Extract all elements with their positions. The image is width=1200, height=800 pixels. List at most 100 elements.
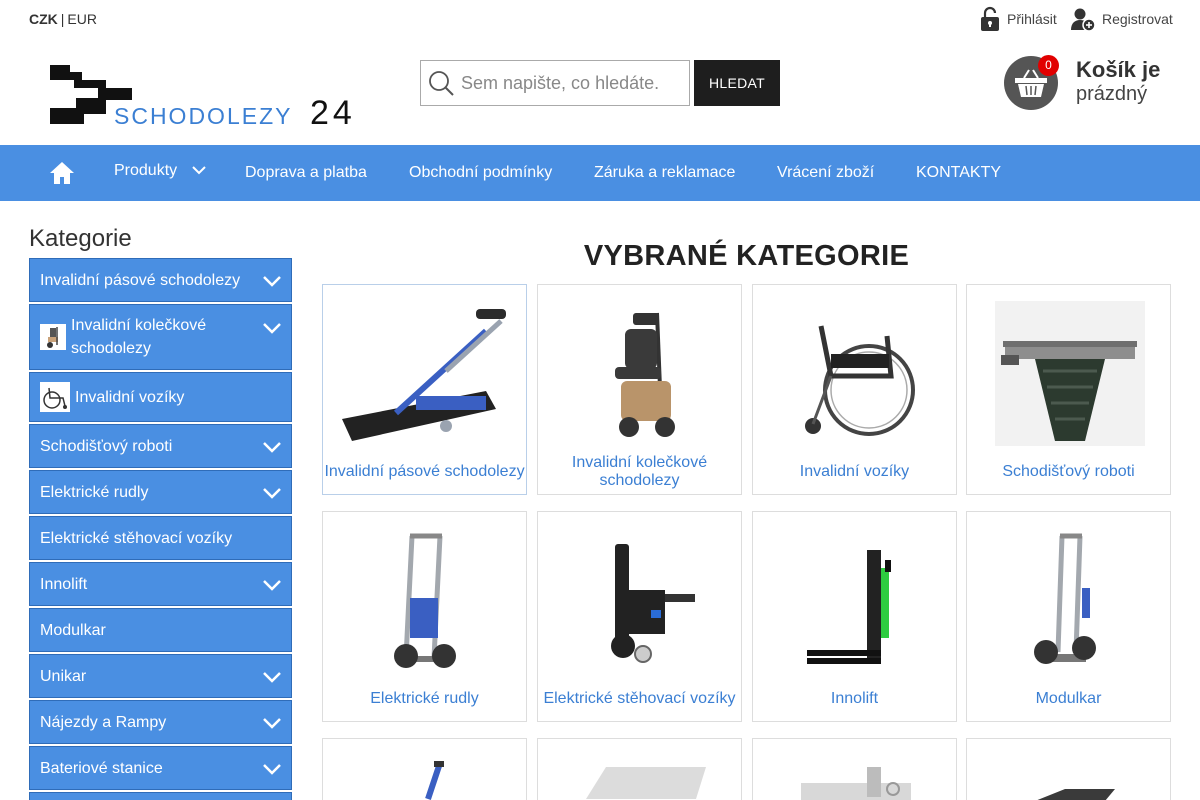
category-tile[interactable]: Invalidní vozíky bbox=[752, 284, 957, 495]
sidebar-item-label: Schodišťový roboti bbox=[40, 437, 173, 455]
sidebar-item-label: Invalidní kolečkové schodolezy bbox=[71, 317, 207, 357]
sidebar-item-label: Elektrické stěhovací vozíky bbox=[40, 529, 233, 547]
category-tile-label: Innolift bbox=[830, 690, 879, 707]
category-tile[interactable] bbox=[537, 738, 742, 800]
sidebar-item-label: Elektrické rudly bbox=[40, 483, 149, 501]
sidebar-item-label: Modulkar bbox=[40, 621, 106, 639]
sidebar-item-kolecke-schodolezy[interactable]: Invalidní kolečkové schodolezy bbox=[29, 304, 292, 370]
moving-trolley-image bbox=[548, 526, 733, 674]
category-tile[interactable] bbox=[752, 738, 957, 800]
chevron-down-icon[interactable] bbox=[263, 440, 281, 458]
search-input[interactable] bbox=[461, 63, 681, 103]
category-tile[interactable] bbox=[966, 738, 1171, 800]
sidebar-item-unikar[interactable]: Unikar bbox=[29, 654, 292, 698]
wheelchair-icon bbox=[40, 382, 70, 412]
register-link[interactable]: Registrovat bbox=[1070, 6, 1173, 32]
cart-status-line1: Košík je bbox=[1076, 57, 1161, 82]
chevron-down-icon[interactable] bbox=[263, 670, 281, 688]
sidebar-item-invalidni-voziky[interactable]: Invalidní vozíky bbox=[29, 372, 292, 422]
chevron-down-icon[interactable] bbox=[263, 274, 281, 292]
currency-eur[interactable]: EUR bbox=[67, 11, 97, 27]
currency-switcher: CZK | EUR bbox=[29, 11, 97, 27]
stair-robot-image bbox=[977, 299, 1162, 447]
logo-text: SCHODOLEZY bbox=[114, 103, 292, 129]
stair-climber-icon bbox=[40, 324, 66, 350]
ramp-image bbox=[548, 759, 733, 800]
sidebar-item-schodistovy-roboti[interactable]: Schodišťový roboti bbox=[29, 424, 292, 468]
top-bar: CZK | EUR Přihlásit Registrovat bbox=[0, 0, 1200, 38]
category-tile-label: Invalidní pásové schodolezy bbox=[324, 463, 525, 480]
sidebar-item-label: Nájezdy a Rampy bbox=[40, 713, 167, 731]
chevron-down-icon bbox=[191, 145, 206, 197]
sidebar-item-more[interactable] bbox=[29, 792, 292, 800]
category-tile[interactable]: Elektrické rudly bbox=[322, 511, 527, 722]
category-tile-label: Invalidní vozíky bbox=[799, 463, 910, 480]
currency-separator: | bbox=[60, 11, 65, 27]
sidebar-item-bateriove-stanice[interactable]: Bateriové stanice bbox=[29, 746, 292, 790]
wheelchair-image bbox=[763, 299, 948, 447]
sidebar-item-label: Invalidní vozíky bbox=[75, 388, 185, 406]
padlock-icon bbox=[981, 6, 999, 31]
logo-image: SCHODOLEZY 24 bbox=[50, 65, 356, 132]
search-button[interactable]: HLEDAT bbox=[694, 60, 780, 106]
login-label: Přihlásit bbox=[1007, 11, 1057, 27]
sidebar-item-label: Innolift bbox=[40, 575, 88, 593]
modular-hand-truck-image bbox=[977, 526, 1162, 674]
chevron-down-icon[interactable] bbox=[263, 321, 281, 339]
logo[interactable]: SCHODOLEZY 24 bbox=[48, 62, 378, 132]
sidebar-item-stehovaci-voziky[interactable]: Elektrické stěhovací vozíky bbox=[29, 516, 292, 560]
category-tile-label: Invalidní kolečkové schodolezy bbox=[571, 454, 708, 489]
sidebar-title: Kategorie bbox=[29, 225, 132, 252]
sidebar-item-pasove-schodolezy[interactable]: Invalidní pásové schodolezy bbox=[29, 258, 292, 302]
category-tile-label: Schodišťový roboti bbox=[1002, 463, 1135, 480]
main-navigation: Produkty Doprava a platba Obchodní podmí… bbox=[0, 145, 1200, 201]
chevron-down-icon[interactable] bbox=[263, 486, 281, 504]
category-sidebar: Invalidní pásové schodolezy Invalidní ko… bbox=[29, 258, 292, 800]
category-tile[interactable]: Invalidní pásové schodolezy bbox=[322, 284, 527, 495]
nav-vraceni[interactable]: Vrácení zboží bbox=[777, 145, 874, 201]
page-title: VYBRANÉ KATEGORIE bbox=[583, 240, 910, 272]
sidebar-item-innolift[interactable]: Innolift bbox=[29, 562, 292, 606]
sidebar-item-modulkar[interactable]: Modulkar bbox=[29, 608, 292, 652]
cart-status-line2: prázdný bbox=[1076, 83, 1148, 105]
add-user-icon bbox=[1071, 8, 1096, 32]
category-tile[interactable] bbox=[322, 738, 527, 800]
nav-produkty[interactable]: Produkty bbox=[114, 145, 206, 201]
category-tile[interactable]: Invalidní kolečkové schodolezy bbox=[537, 284, 742, 495]
category-tile[interactable]: Modulkar bbox=[966, 511, 1171, 722]
product-image bbox=[333, 759, 518, 800]
sidebar-item-najezdy-rampy[interactable]: Nájezdy a Rampy bbox=[29, 700, 292, 744]
nav-kontakty[interactable]: KONTAKTY bbox=[916, 145, 1001, 201]
category-tile-label: Modulkar bbox=[1035, 690, 1102, 707]
tracked-stair-climber-image bbox=[333, 299, 518, 447]
battery-station-image bbox=[763, 759, 948, 800]
category-tile[interactable]: Schodišťový roboti bbox=[966, 284, 1171, 495]
sidebar-item-elektricke-rudly[interactable]: Elektrické rudly bbox=[29, 470, 292, 514]
nav-doprava[interactable]: Doprava a platba bbox=[245, 145, 367, 201]
product-image bbox=[977, 759, 1162, 800]
cart-count-badge: 0 bbox=[1038, 55, 1059, 76]
currency-czk[interactable]: CZK bbox=[29, 11, 58, 27]
register-label: Registrovat bbox=[1102, 11, 1173, 27]
category-tile[interactable]: Innolift bbox=[752, 511, 957, 722]
nav-zaruka[interactable]: Záruka a reklamace bbox=[594, 145, 735, 201]
chevron-down-icon[interactable] bbox=[263, 762, 281, 780]
electric-hand-truck-image bbox=[333, 526, 518, 674]
nav-obchodni-podminky[interactable]: Obchodní podmínky bbox=[409, 145, 552, 201]
sidebar-item-label: Bateriové stanice bbox=[40, 759, 163, 777]
category-tile[interactable]: Elektrické stěhovací vozíky bbox=[537, 511, 742, 722]
home-icon[interactable] bbox=[49, 161, 75, 190]
chevron-down-icon[interactable] bbox=[263, 578, 281, 596]
sidebar-item-label: Invalidní pásové schodolezy bbox=[40, 271, 241, 289]
nav-produkty-label: Produkty bbox=[114, 162, 178, 180]
login-link[interactable]: Přihlásit bbox=[979, 6, 1057, 32]
wheeled-stair-climber-image bbox=[548, 299, 733, 447]
sidebar-item-label: Unikar bbox=[40, 667, 87, 685]
chevron-down-icon[interactable] bbox=[263, 716, 281, 734]
cart-status[interactable]: Košík je prázdný bbox=[1076, 58, 1160, 106]
search-icon bbox=[421, 61, 461, 105]
logo-number: 24 bbox=[310, 94, 356, 130]
search-box bbox=[420, 60, 690, 106]
lift-stacker-image bbox=[763, 526, 948, 674]
category-tile-label: Elektrické rudly bbox=[370, 690, 479, 707]
